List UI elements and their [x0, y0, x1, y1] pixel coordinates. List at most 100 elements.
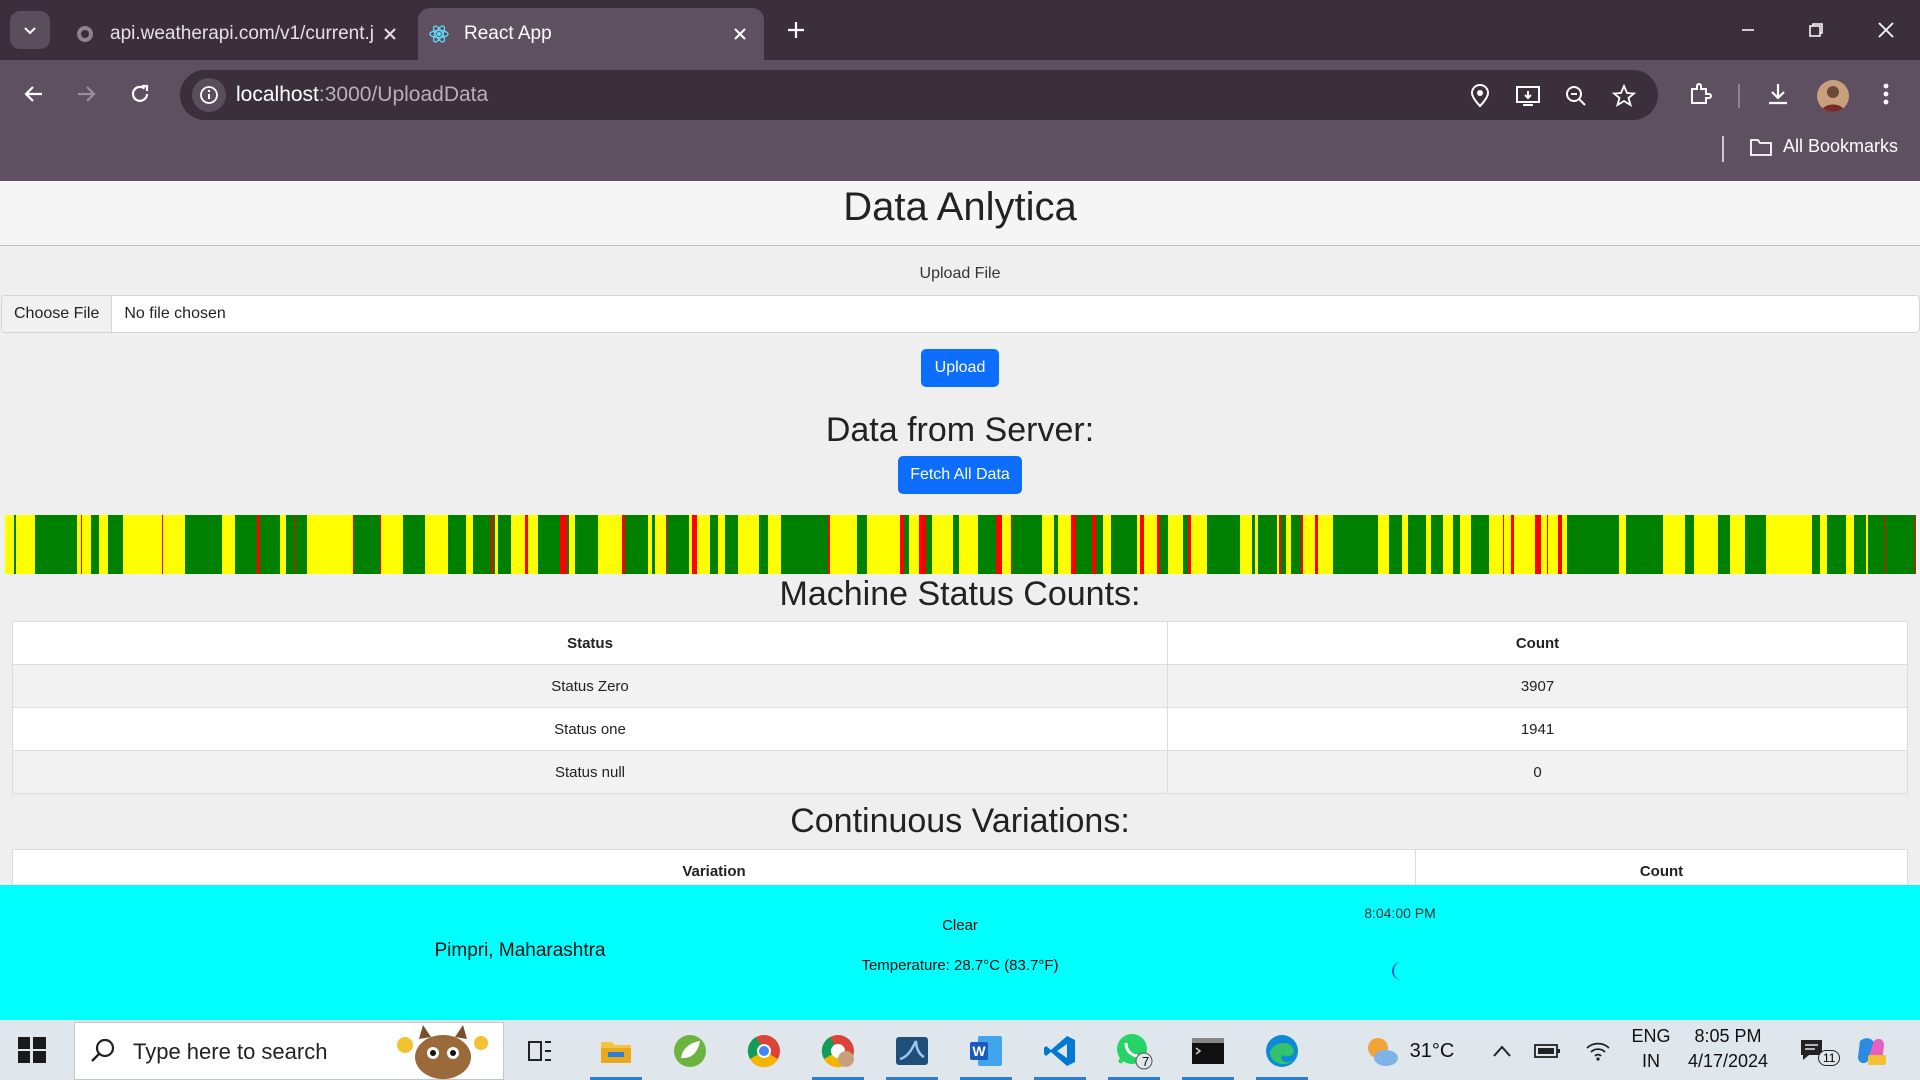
strip-segment: [1219, 515, 1225, 574]
back-button[interactable]: [14, 74, 54, 114]
strip-segment: [1750, 515, 1759, 574]
file-input[interactable]: Choose File No file chosen: [1, 295, 1920, 333]
edge-icon[interactable]: [1254, 1026, 1310, 1080]
bookmark-star-icon[interactable]: [1610, 82, 1638, 110]
count-cell: 3907: [1167, 664, 1908, 708]
count-cell: 1941: [1167, 707, 1908, 751]
strip-segment: [498, 515, 511, 574]
whatsapp-icon[interactable]: 7: [1106, 1026, 1162, 1080]
word-icon[interactable]: W: [958, 1026, 1014, 1080]
close-icon: [1878, 22, 1894, 38]
zoom-icon[interactable]: [1562, 82, 1590, 110]
strip-segment: [810, 515, 828, 574]
server-heading: Data from Server:: [825, 411, 1095, 449]
strip-segment: [1279, 515, 1281, 574]
strip-segment: [1558, 515, 1562, 574]
taskbar-search[interactable]: Type here to search: [74, 1022, 504, 1080]
strip-segment: [403, 515, 416, 574]
new-tab-button[interactable]: [780, 14, 812, 46]
extensions-icon[interactable]: [1680, 74, 1720, 114]
downloads-icon[interactable]: [1758, 74, 1798, 114]
task-view-icon[interactable]: [512, 1026, 568, 1076]
wireshark-icon[interactable]: [884, 1026, 940, 1080]
windows-taskbar: Type here to search W 7 31°C ENG IN 8:05…: [0, 1020, 1920, 1080]
spring-tool-icon[interactable]: [662, 1026, 718, 1076]
strip-segment: [545, 515, 556, 574]
status-cell: Status Zero: [12, 664, 1168, 708]
terminal-icon[interactable]: [1180, 1026, 1236, 1080]
language-indicator[interactable]: ENG IN: [1624, 1026, 1678, 1072]
close-window-button[interactable]: [1852, 0, 1920, 60]
install-app-icon[interactable]: [1514, 82, 1542, 110]
strip-segment: [1225, 515, 1231, 574]
chrome-icon[interactable]: [736, 1026, 792, 1076]
vscode-icon[interactable]: [1032, 1026, 1088, 1080]
copilot-icon[interactable]: [1846, 1026, 1896, 1076]
strip-segment: [212, 515, 222, 574]
region-code: IN: [1642, 1051, 1660, 1071]
strip-segment: [999, 515, 1002, 574]
tab-react-app[interactable]: React App: [418, 8, 764, 60]
strip-segment: [1315, 515, 1318, 574]
profile-avatar[interactable]: [1817, 80, 1849, 112]
strip-segment: [1076, 515, 1079, 574]
forward-button[interactable]: [66, 74, 106, 114]
wifi-icon[interactable]: [1576, 1026, 1620, 1076]
strip-segment: [108, 515, 123, 574]
strip-segment: [1301, 515, 1303, 574]
restore-button[interactable]: [1782, 0, 1850, 60]
show-hidden-icons[interactable]: [1484, 1026, 1520, 1076]
table-header-row: Variation Count: [12, 849, 1908, 885]
strip-segment: [1812, 515, 1820, 574]
strip-segment: [286, 515, 295, 574]
taskbar-weather[interactable]: 31°C: [1348, 1026, 1468, 1076]
strip-segment: [1595, 515, 1600, 574]
battery-icon[interactable]: [1526, 1026, 1570, 1076]
upload-button[interactable]: Upload: [921, 349, 999, 387]
all-bookmarks-button[interactable]: All Bookmarks: [1749, 136, 1898, 157]
strip-segment: [652, 515, 655, 574]
browser-toolbar: localhost:3000/UploadData All Bookmarks: [0, 60, 1920, 181]
choose-file-button[interactable]: Choose File: [2, 296, 113, 332]
address-bar[interactable]: localhost:3000/UploadData: [180, 70, 1658, 120]
strip-segment: [923, 515, 926, 574]
close-icon[interactable]: [726, 20, 754, 48]
file-status: No file chosen: [124, 305, 226, 322]
strip-segment: [354, 515, 373, 574]
strip-segment: [1408, 515, 1426, 574]
url-path: :3000/UploadData: [318, 83, 489, 106]
reload-button[interactable]: [120, 74, 160, 114]
chrome-profile-icon[interactable]: [810, 1026, 866, 1080]
close-icon[interactable]: [376, 20, 404, 48]
strip-segment: [1503, 515, 1504, 574]
minimize-button[interactable]: [1714, 0, 1782, 60]
status-table: Status Count Status Zero 3907 Status one…: [12, 621, 1908, 794]
fetch-all-data-button[interactable]: Fetch All Data: [898, 456, 1022, 494]
location-icon[interactable]: [1466, 82, 1494, 110]
strip-segment: [1188, 515, 1191, 574]
strip-segment: [296, 515, 299, 574]
strip-segment: [1291, 515, 1301, 574]
file-explorer-icon[interactable]: [588, 1026, 644, 1080]
bookmarks-divider: [1722, 136, 1724, 162]
strip-segment: [1859, 515, 1866, 574]
weather-condition: Clear: [942, 917, 978, 934]
clock[interactable]: 8:05 PM 4/17/2024: [1678, 1026, 1778, 1072]
strip-segment: [1071, 515, 1074, 574]
site-info-button[interactable]: [192, 78, 226, 112]
strip-segment: [1431, 515, 1443, 574]
windows-start-icon[interactable]: [16, 1034, 48, 1066]
strip-segment: [695, 515, 697, 574]
strip-segment: [1140, 515, 1144, 574]
notifications-button[interactable]: 11: [1788, 1026, 1841, 1076]
column-header: Count: [1167, 621, 1908, 665]
strip-segment: [560, 515, 563, 574]
tab-weatherapi[interactable]: api.weatherapi.com/v1/current.j: [64, 8, 414, 60]
strip-segment: [1745, 515, 1750, 574]
info-icon: [200, 86, 218, 104]
menu-kebab-icon[interactable]: [1866, 74, 1906, 114]
strip-segment: [525, 515, 528, 574]
url-text[interactable]: localhost:3000/UploadData: [236, 83, 488, 107]
strip-segment: [72, 515, 77, 574]
tab-search-button[interactable]: [10, 11, 50, 49]
